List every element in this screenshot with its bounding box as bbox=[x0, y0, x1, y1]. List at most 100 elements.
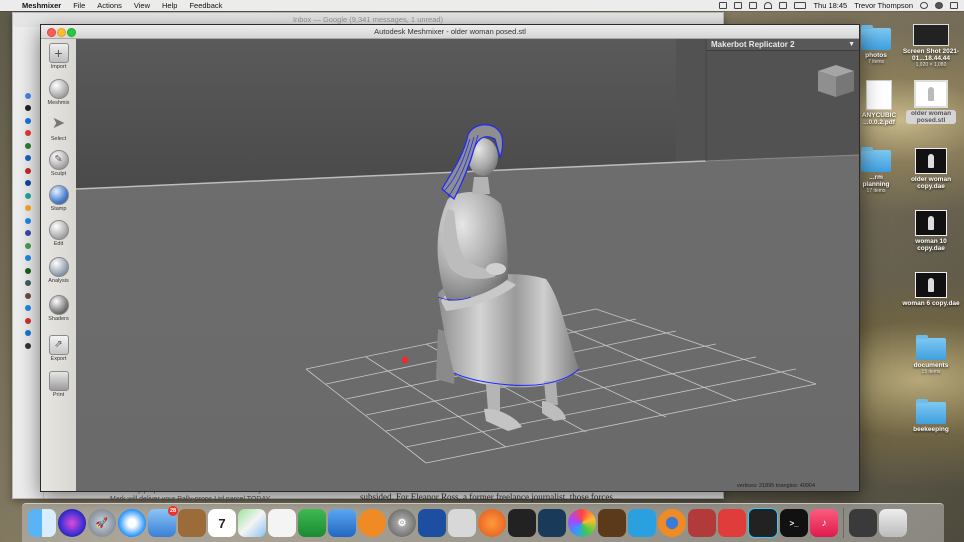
siri-icon[interactable] bbox=[935, 2, 943, 9]
desktop-item-documents[interactable]: documents 15 items bbox=[906, 335, 956, 376]
desktop-item-photos[interactable]: photos 7 items bbox=[856, 25, 896, 66]
meshmix-tool[interactable]: Meshmix bbox=[41, 79, 76, 106]
system-preferences-icon[interactable]: ⚙ bbox=[388, 509, 416, 537]
desktop-item-older-woman-dae[interactable]: older woman copy.dae bbox=[904, 148, 958, 190]
desktop-item-anycubic-pdf[interactable]: ANYCUBIC ...0.0.2.pdf bbox=[856, 80, 902, 126]
favorite-icon[interactable] bbox=[25, 267, 31, 274]
window-title: Autodesk Meshmixer - older woman posed.s… bbox=[374, 27, 526, 36]
menu-help[interactable]: Help bbox=[162, 1, 177, 10]
notes-icon[interactable] bbox=[178, 509, 206, 537]
favorite-icon[interactable] bbox=[25, 305, 31, 312]
trash-icon[interactable] bbox=[879, 509, 907, 537]
photos-icon[interactable] bbox=[268, 509, 296, 537]
status-app-icon[interactable] bbox=[719, 2, 728, 9]
pivot-marker[interactable] bbox=[401, 356, 409, 364]
volume-icon[interactable] bbox=[779, 2, 788, 9]
favorite-icon[interactable] bbox=[25, 142, 31, 149]
mail-icon[interactable]: 28 bbox=[148, 506, 178, 537]
desktop-item-older-woman-stl[interactable]: older woman posed.stl bbox=[906, 80, 956, 124]
favorite-icon[interactable] bbox=[25, 342, 31, 349]
favorite-icon[interactable] bbox=[25, 105, 31, 112]
zoom-button[interactable] bbox=[67, 28, 76, 37]
favorite-icon[interactable] bbox=[25, 317, 31, 324]
favorite-icon[interactable] bbox=[25, 117, 31, 124]
favorite-icon[interactable] bbox=[25, 330, 31, 337]
export-tool[interactable]: ⇗ Export bbox=[41, 335, 76, 362]
favorite-icon[interactable] bbox=[25, 217, 31, 224]
side-wall bbox=[676, 39, 859, 162]
favorite-icon[interactable] bbox=[25, 205, 31, 212]
import-tool[interactable]: + Import bbox=[41, 43, 76, 70]
menu-file[interactable]: File bbox=[73, 1, 85, 10]
close-button[interactable] bbox=[47, 28, 56, 37]
meshmixer-titlebar[interactable]: Autodesk Meshmixer - older woman posed.s… bbox=[41, 25, 859, 39]
launchpad-icon[interactable]: 🚀 bbox=[88, 509, 116, 537]
menu-feedback[interactable]: Feedback bbox=[189, 1, 222, 10]
favorite-icon[interactable] bbox=[25, 292, 31, 299]
meshmixer-dock-icon[interactable] bbox=[628, 509, 656, 537]
maps-icon[interactable] bbox=[238, 509, 266, 537]
3d-viewport[interactable]: Makerbot Replicator 2 ▼ vertices: 21895 … bbox=[76, 39, 859, 491]
favorite-icon[interactable] bbox=[25, 92, 31, 99]
favorite-icon[interactable] bbox=[25, 255, 31, 262]
remote-desktop-icon[interactable] bbox=[418, 509, 446, 537]
books-icon[interactable] bbox=[358, 509, 386, 537]
favorite-icon[interactable] bbox=[25, 180, 31, 187]
menu-view[interactable]: View bbox=[134, 1, 150, 10]
favorite-icon[interactable] bbox=[25, 230, 31, 237]
slicer-icon[interactable] bbox=[688, 509, 716, 537]
app-menu[interactable]: Meshmixer bbox=[22, 1, 61, 10]
music-icon[interactable]: ♪ bbox=[810, 509, 838, 537]
sculpt-tool[interactable]: ✎ Sculpt bbox=[41, 150, 76, 177]
favorite-icon[interactable] bbox=[25, 167, 31, 174]
printer-panel[interactable]: Makerbot Replicator 2 ▼ bbox=[707, 39, 859, 51]
minimize-button[interactable] bbox=[57, 28, 66, 37]
status-app-icon[interactable] bbox=[734, 2, 743, 9]
viewport-scene[interactable] bbox=[76, 39, 859, 491]
cura-icon[interactable] bbox=[598, 509, 626, 537]
desktop-item-farm-planning[interactable]: ...rm planning 17 items bbox=[856, 147, 896, 195]
favorite-icon[interactable] bbox=[25, 280, 31, 287]
favorite-icon[interactable] bbox=[25, 192, 31, 199]
stamp-tool[interactable]: Stamp bbox=[41, 185, 76, 212]
favorite-icon[interactable] bbox=[25, 242, 31, 249]
battery-icon[interactable] bbox=[794, 2, 807, 9]
keynote-icon[interactable] bbox=[328, 509, 356, 537]
desktop-item-beekeeping[interactable]: beekeeping bbox=[906, 399, 956, 433]
meshmixer-window[interactable]: Autodesk Meshmixer - older woman posed.s… bbox=[40, 24, 860, 492]
spotlight-icon[interactable] bbox=[920, 2, 928, 9]
view-cube[interactable] bbox=[818, 65, 854, 97]
desktop-item-screenshot[interactable]: Screen Shot 2021-01...18.44.44 1,920 × 1… bbox=[902, 24, 960, 69]
siri-icon[interactable] bbox=[58, 509, 86, 537]
menu-clock[interactable]: Thu 18:45 bbox=[813, 1, 847, 10]
collapse-triangle-icon[interactable]: ▼ bbox=[848, 39, 855, 51]
desktop-item-woman-10-dae[interactable]: woman 10 copy.dae bbox=[904, 210, 958, 252]
edit-tool[interactable]: Edit bbox=[41, 220, 76, 247]
menu-actions[interactable]: Actions bbox=[97, 1, 122, 10]
safari-icon[interactable] bbox=[118, 509, 146, 537]
pro-app-icon[interactable] bbox=[508, 509, 536, 537]
favorite-icon[interactable] bbox=[25, 130, 31, 137]
status-app-icon[interactable] bbox=[749, 2, 758, 9]
favorite-icon[interactable] bbox=[25, 155, 31, 162]
print-tool[interactable]: Print bbox=[41, 371, 76, 398]
analysis-tool[interactable]: Analysis bbox=[41, 257, 76, 284]
select-tool[interactable]: ➤ Select bbox=[41, 115, 76, 142]
sketchup-icon[interactable] bbox=[718, 509, 746, 537]
downloads-stack-icon[interactable] bbox=[849, 509, 877, 537]
finder-icon[interactable] bbox=[28, 509, 56, 537]
blender-icon[interactable] bbox=[658, 509, 686, 537]
photos-app-icon[interactable] bbox=[568, 509, 596, 537]
inkscape-icon[interactable] bbox=[538, 509, 566, 537]
wifi-icon[interactable] bbox=[764, 2, 773, 9]
terminal-icon[interactable]: >_ bbox=[780, 509, 808, 537]
menu-user[interactable]: Trevor Thompson bbox=[854, 1, 913, 10]
photon-icon[interactable] bbox=[748, 508, 778, 538]
calendar-icon[interactable]: 7 bbox=[208, 509, 236, 537]
shaders-tool[interactable]: Shaders bbox=[41, 295, 76, 322]
istudio-icon[interactable] bbox=[478, 509, 506, 537]
numbers-icon[interactable] bbox=[298, 509, 326, 537]
preview-icon[interactable] bbox=[448, 509, 476, 537]
notification-center-icon[interactable] bbox=[950, 2, 958, 9]
desktop-item-woman-6-dae[interactable]: woman 6 copy.dae bbox=[900, 272, 962, 307]
